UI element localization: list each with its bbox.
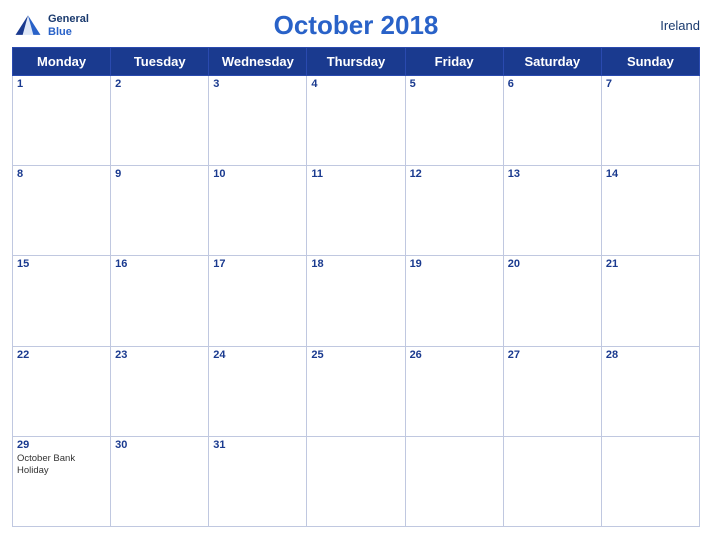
calendar-cell: 27	[503, 346, 601, 436]
day-number: 27	[508, 349, 597, 361]
day-number: 8	[17, 168, 106, 180]
day-number: 28	[606, 349, 695, 361]
calendar-body: 1234567891011121314151617181920212223242…	[13, 76, 700, 527]
calendar-cell: 2	[111, 76, 209, 166]
day-number: 5	[410, 78, 499, 90]
calendar-cell	[601, 436, 699, 526]
calendar-cell: 30	[111, 436, 209, 526]
day-number: 10	[213, 168, 302, 180]
calendar-cell: 20	[503, 256, 601, 346]
day-number: 9	[115, 168, 204, 180]
calendar-cell: 11	[307, 166, 405, 256]
logo-blue: Blue	[48, 26, 72, 38]
month-title: October 2018	[274, 10, 439, 41]
day-number: 23	[115, 349, 204, 361]
day-header-friday: Friday	[405, 48, 503, 76]
calendar-cell: 16	[111, 256, 209, 346]
calendar-week-4: 22 23 24 25 26 27 28	[13, 346, 700, 436]
day-header-thursday: Thursday	[307, 48, 405, 76]
day-number: 14	[606, 168, 695, 180]
day-header-saturday: Saturday	[503, 48, 601, 76]
calendar-cell: 22	[13, 346, 111, 436]
day-header-sunday: Sunday	[601, 48, 699, 76]
calendar-cell: 15	[13, 256, 111, 346]
day-number: 30	[115, 439, 204, 451]
day-number: 29	[17, 439, 106, 451]
calendar-cell: 24	[209, 346, 307, 436]
day-number: 20	[508, 258, 597, 270]
calendar-cell: 12	[405, 166, 503, 256]
logo: General Blue	[12, 10, 89, 42]
calendar-cell	[405, 436, 503, 526]
calendar-cell: 25	[307, 346, 405, 436]
day-number: 16	[115, 258, 204, 270]
calendar-cell: 26	[405, 346, 503, 436]
day-number: 6	[508, 78, 597, 90]
calendar-header: General Blue October 2018 Ireland	[12, 10, 700, 41]
day-event: October Bank Holiday	[17, 453, 106, 478]
calendar-cell: 13	[503, 166, 601, 256]
calendar-cell: 31	[209, 436, 307, 526]
calendar-container: General Blue October 2018 Ireland Monday…	[0, 0, 712, 550]
calendar-cell	[503, 436, 601, 526]
calendar-cell: 8	[13, 166, 111, 256]
calendar-cell: 18	[307, 256, 405, 346]
day-header-tuesday: Tuesday	[111, 48, 209, 76]
calendar-cell: 21	[601, 256, 699, 346]
day-number: 3	[213, 78, 302, 90]
day-number: 17	[213, 258, 302, 270]
calendar-cell: 10	[209, 166, 307, 256]
country-label: Ireland	[660, 18, 700, 33]
day-number: 21	[606, 258, 695, 270]
calendar-cell: 9	[111, 166, 209, 256]
calendar-table: MondayTuesdayWednesdayThursdayFridaySatu…	[12, 47, 700, 527]
calendar-cell: 4	[307, 76, 405, 166]
calendar-cell: 7	[601, 76, 699, 166]
day-number: 22	[17, 349, 106, 361]
calendar-week-5: 29 October Bank Holiday 30 31	[13, 436, 700, 526]
day-number: 2	[115, 78, 204, 90]
day-number: 4	[311, 78, 400, 90]
calendar-cell: 5	[405, 76, 503, 166]
calendar-cell	[307, 436, 405, 526]
day-header-monday: Monday	[13, 48, 111, 76]
calendar-week-2: 89 10 11 12 13 14	[13, 166, 700, 256]
day-number: 1	[17, 78, 106, 90]
calendar-cell: 19	[405, 256, 503, 346]
logo-text: General Blue	[48, 13, 89, 37]
calendar-cell: 29 October Bank Holiday	[13, 436, 111, 526]
day-number: 11	[311, 168, 400, 180]
day-number: 7	[606, 78, 695, 90]
logo-icon	[12, 10, 44, 42]
day-number: 26	[410, 349, 499, 361]
calendar-cell: 6	[503, 76, 601, 166]
day-number: 15	[17, 258, 106, 270]
day-number: 18	[311, 258, 400, 270]
day-number: 31	[213, 439, 302, 451]
day-header-wednesday: Wednesday	[209, 48, 307, 76]
day-number: 12	[410, 168, 499, 180]
calendar-cell: 3	[209, 76, 307, 166]
calendar-cell: 14	[601, 166, 699, 256]
calendar-cell: 23	[111, 346, 209, 436]
calendar-cell: 17	[209, 256, 307, 346]
calendar-cell: 1	[13, 76, 111, 166]
calendar-week-3: 15 16 17 18 19 20 21	[13, 256, 700, 346]
day-number: 25	[311, 349, 400, 361]
calendar-header-row: MondayTuesdayWednesdayThursdayFridaySatu…	[13, 48, 700, 76]
day-number: 19	[410, 258, 499, 270]
calendar-cell: 28	[601, 346, 699, 436]
day-number: 24	[213, 349, 302, 361]
calendar-week-1: 1234567	[13, 76, 700, 166]
day-number: 13	[508, 168, 597, 180]
logo-general: General	[48, 13, 89, 25]
